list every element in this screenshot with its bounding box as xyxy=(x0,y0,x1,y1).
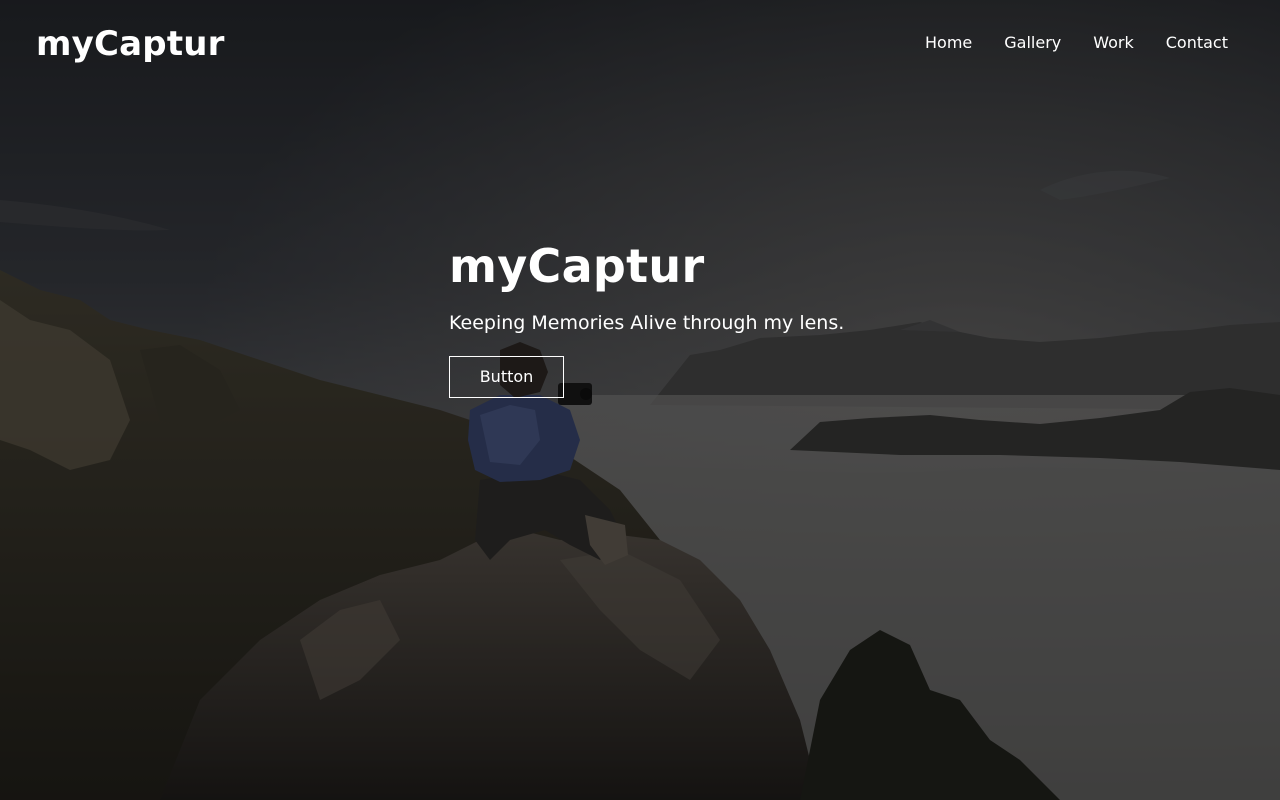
hero-section: myCaptur Keeping Memories Alive through … xyxy=(449,236,1049,398)
nav-link-contact[interactable]: Contact xyxy=(1166,32,1228,54)
nav-link-work[interactable]: Work xyxy=(1093,32,1134,54)
hero-cta-button[interactable]: Button xyxy=(449,356,564,398)
site-header: myCaptur Home Gallery Work Contact xyxy=(0,0,1280,90)
brand-logo-link[interactable]: myCaptur xyxy=(36,22,225,66)
hero-background-image xyxy=(0,0,1280,800)
nav-link-home[interactable]: Home xyxy=(925,32,972,54)
hero-title: myCaptur xyxy=(449,239,705,293)
landing-page: myCaptur Home Gallery Work Contact myCap… xyxy=(0,0,1280,800)
nav-link-gallery[interactable]: Gallery xyxy=(1004,32,1061,54)
main-nav: Home Gallery Work Contact xyxy=(925,32,1228,54)
hero-subtitle: Keeping Memories Alive through my lens. xyxy=(449,312,845,334)
